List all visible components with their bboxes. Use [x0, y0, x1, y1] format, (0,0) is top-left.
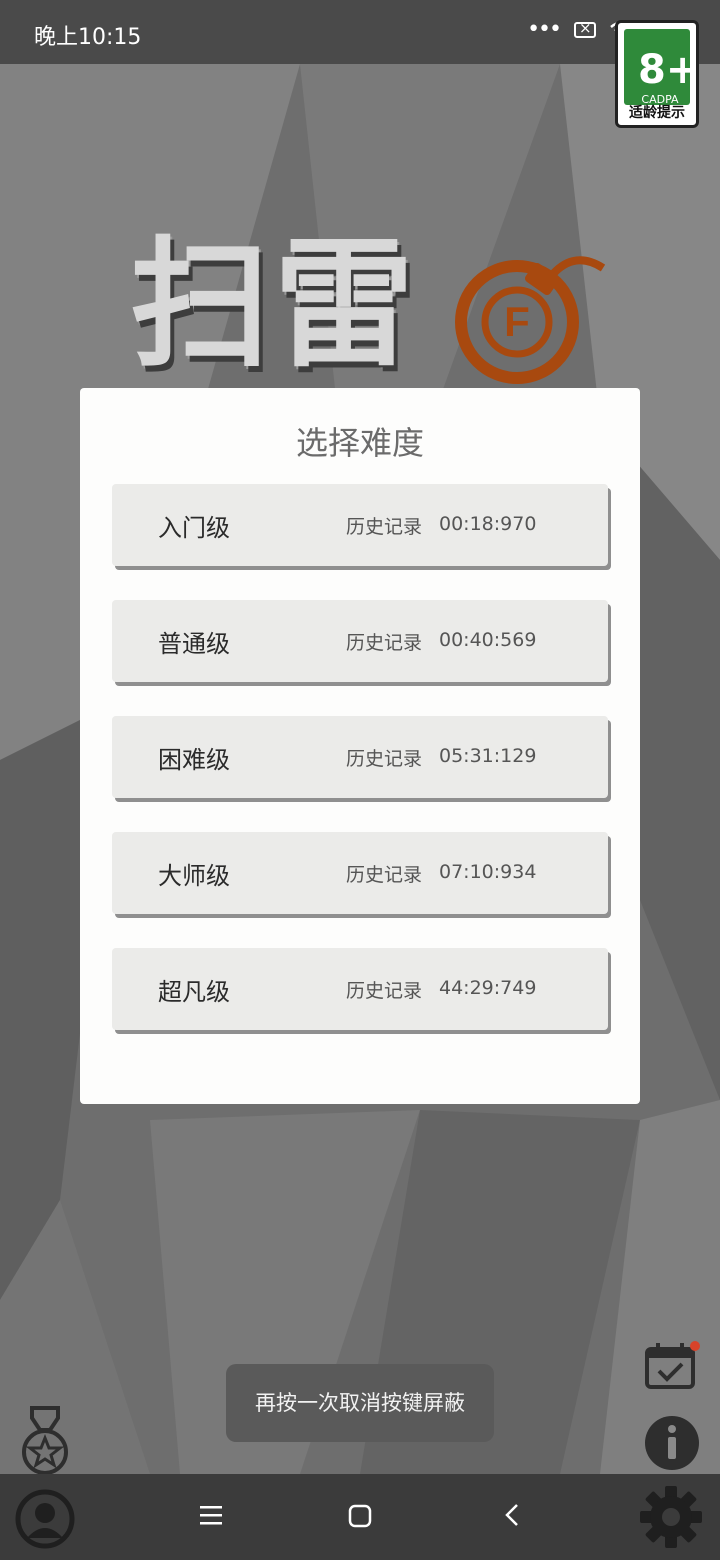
calendar-check-icon[interactable]: [644, 1340, 702, 1392]
record-label: 历史记录: [346, 980, 423, 1002]
level-button-normal[interactable]: 普通级 历史记录 00:40:569: [112, 600, 608, 682]
level-button-master[interactable]: 大师级 历史记录 07:10:934: [112, 832, 608, 914]
status-time: 晚上10:15: [34, 25, 142, 50]
avatar-icon[interactable]: [14, 1488, 76, 1550]
record-time: 44:29:749: [439, 977, 537, 999]
age-rating-label: 适龄提示: [629, 105, 685, 121]
difficulty-dialog: 选择难度 入门级 历史记录 00:18:970 普通级 历史记录 00:40:5…: [80, 388, 640, 1104]
home-icon[interactable]: [346, 1500, 374, 1530]
level-name: 普通级: [158, 630, 230, 658]
record-time: 00:18:970: [439, 513, 537, 535]
info-icon[interactable]: [643, 1414, 701, 1472]
medal-icon[interactable]: [18, 1406, 72, 1478]
bomb-letter: F: [504, 298, 530, 345]
more-dots-icon: •••: [527, 17, 562, 42]
navigation-bar: [0, 1474, 720, 1560]
bomb-icon: F: [455, 256, 606, 384]
level-name: 入门级: [158, 514, 230, 542]
gear-icon[interactable]: [638, 1484, 704, 1550]
status-bar: 晚上10:15 ••• 52: [0, 0, 720, 64]
record-label: 历史记录: [346, 864, 423, 886]
record-label: 历史记录: [346, 632, 423, 654]
toast-message: 再按一次取消按键屏蔽: [226, 1364, 494, 1442]
level-button-hard[interactable]: 困难级 历史记录 05:31:129: [112, 716, 608, 798]
level-name: 超凡级: [158, 978, 230, 1006]
level-name: 困难级: [158, 746, 230, 774]
logo-title: 扫雷: [130, 223, 419, 387]
record-label: 历史记录: [346, 748, 423, 770]
record-time: 07:10:934: [439, 861, 537, 883]
menu-icon[interactable]: [198, 1500, 224, 1530]
record-time: 05:31:129: [439, 745, 537, 767]
age-rating-badge[interactable]: 8+ CADPA 适龄提示: [615, 20, 699, 128]
level-name: 大师级: [158, 862, 230, 890]
game-logo: 扫雷 F: [130, 230, 610, 390]
age-rating-panel: 8+ CADPA: [624, 29, 699, 106]
level-button-beginner[interactable]: 入门级 历史记录 00:18:970: [112, 484, 608, 566]
record-label: 历史记录: [346, 516, 423, 538]
record-time: 00:40:569: [439, 629, 537, 651]
age-rating-number: 8+: [638, 47, 700, 93]
sim-off-icon: [574, 19, 596, 38]
dialog-title: 选择难度: [295, 424, 424, 462]
level-button-extraordinary[interactable]: 超凡级 历史记录 44:29:749: [112, 948, 608, 1030]
back-icon[interactable]: [500, 1500, 524, 1530]
